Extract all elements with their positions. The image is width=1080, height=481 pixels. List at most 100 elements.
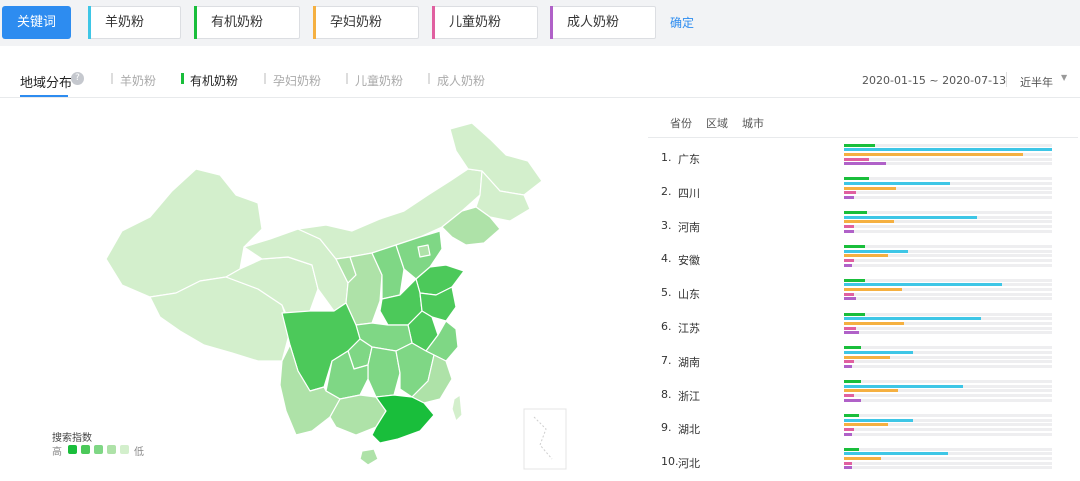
ranking-row[interactable]: 6. 江苏 <box>648 309 1080 343</box>
keyword-button[interactable]: 关键词 <box>2 6 71 39</box>
bar-fill <box>844 398 861 402</box>
tab-pregnancy-milk[interactable]: 孕妇奶粉 <box>264 72 322 89</box>
bar-fill <box>844 211 867 215</box>
region-tab-row: 地域分布 ? 羊奶粉 有机奶粉 孕妇奶粉 儿童奶粉 成人奶粉 2020-01-1… <box>0 60 1080 98</box>
ranking-row[interactable]: 3. 河南 <box>648 208 1080 242</box>
tab-label: 羊奶粉 <box>120 74 157 88</box>
bar-track <box>844 244 1052 248</box>
tab-label: 孕妇奶粉 <box>273 74 322 88</box>
bar-fill <box>844 326 856 330</box>
ranking-divider <box>648 137 1078 138</box>
date-range-picker[interactable]: 2020-01-15 ~ 2020-07-13 <box>862 74 1006 87</box>
bar-track <box>844 292 1052 296</box>
bar-track <box>844 384 1052 388</box>
rank-number: 8. <box>661 387 672 401</box>
chip-label: 孕妇奶粉 <box>330 15 383 30</box>
ranking-row[interactable]: 9. 湖北 <box>648 410 1080 444</box>
province-name: 湖南 <box>678 355 700 369</box>
active-tab-underline <box>20 95 68 97</box>
bar-fill <box>844 258 854 262</box>
ranking-row[interactable]: 8. 浙江 <box>648 377 1080 411</box>
keyword-chip-pregnancy-milk[interactable]: 孕妇奶粉 <box>313 6 419 39</box>
bar-track <box>844 461 1052 465</box>
ranking-row[interactable]: 4. 安徽 <box>648 241 1080 275</box>
bar-track <box>844 413 1052 417</box>
legend-swatch-2 <box>81 445 90 454</box>
confirm-button[interactable]: 确定 <box>670 14 694 31</box>
chevron-down-icon[interactable]: ▼ <box>1061 73 1067 82</box>
help-icon[interactable]: ? <box>71 72 84 85</box>
bar-track <box>844 427 1052 431</box>
rank-number: 4. <box>661 252 672 266</box>
bar-track <box>844 394 1052 398</box>
bar-fill <box>844 312 865 316</box>
ranking-row[interactable]: 2. 四川 <box>648 174 1080 208</box>
bar-fill <box>844 278 865 282</box>
bar-fill <box>844 152 1023 156</box>
province-hainan <box>359 448 379 466</box>
bar-track <box>844 215 1052 219</box>
province-name: 河北 <box>678 457 700 471</box>
bar-fill <box>844 432 852 436</box>
bar-fill <box>844 292 854 296</box>
bar-track <box>844 157 1052 161</box>
bar-fill <box>844 418 913 422</box>
keyword-chip-organic-milk[interactable]: 有机奶粉 <box>194 6 300 39</box>
bar-fill <box>844 220 894 224</box>
bar-fill <box>844 181 950 185</box>
period-select[interactable]: 近半年 <box>1020 74 1053 90</box>
ranking-row[interactable]: 7. 湖南 <box>648 343 1080 377</box>
bar-track <box>844 211 1052 215</box>
tab-goat-milk[interactable]: 羊奶粉 <box>111 72 157 89</box>
bar-track <box>844 249 1052 253</box>
bar-track <box>844 254 1052 258</box>
chip-color-bar <box>432 6 435 39</box>
ranking-tab-province[interactable]: 省份 <box>670 115 692 131</box>
bar-fill <box>844 244 865 248</box>
bar-fill <box>844 360 854 364</box>
chip-label: 羊奶粉 <box>105 15 145 30</box>
bar-track <box>844 312 1052 316</box>
tab-kids-milk[interactable]: 儿童奶粉 <box>346 72 403 89</box>
bar-track <box>844 355 1052 359</box>
ranking-row[interactable]: 10. 河北 <box>648 444 1080 478</box>
tab-label: 成人奶粉 <box>437 74 486 88</box>
bar-fill <box>844 249 908 253</box>
series-bars <box>844 241 1054 275</box>
bar-track <box>844 389 1052 393</box>
ranking-row[interactable]: 5. 山东 <box>648 275 1080 309</box>
keyword-chip-adult-milk[interactable]: 成人奶粉 <box>550 6 656 39</box>
tab-adult-milk[interactable]: 成人奶粉 <box>428 72 486 89</box>
bar-track <box>844 143 1052 147</box>
legend-low-label: 低 <box>134 447 144 458</box>
bar-fill <box>844 346 861 350</box>
bar-fill <box>844 229 854 233</box>
bar-fill <box>844 288 902 292</box>
tab-organic-milk[interactable]: 有机奶粉 <box>181 72 239 89</box>
province-name: 广东 <box>678 153 700 166</box>
bar-fill <box>844 447 859 451</box>
rank-number: 2. <box>661 184 672 198</box>
ranking-tab-region[interactable]: 区域 <box>706 115 728 131</box>
tab-region-distribution[interactable]: 地域分布 <box>20 72 72 91</box>
bar-track <box>844 288 1052 292</box>
bar-fill <box>844 466 852 470</box>
series-bars <box>844 275 1054 309</box>
ranking-tab-city[interactable]: 城市 <box>742 115 764 131</box>
bar-track <box>844 220 1052 224</box>
bar-fill <box>844 355 890 359</box>
bar-track <box>844 346 1052 350</box>
chip-color-bar <box>88 6 91 39</box>
series-bars <box>844 174 1054 208</box>
bar-fill <box>844 427 854 431</box>
bar-fill <box>844 461 852 465</box>
bar-track <box>844 447 1052 451</box>
bar-track <box>844 152 1052 156</box>
keyword-chip-kids-milk[interactable]: 儿童奶粉 <box>432 6 538 39</box>
rank-number: 7. <box>661 353 672 367</box>
province-name: 河南 <box>678 220 700 234</box>
tab-label: 有机奶粉 <box>190 74 239 88</box>
ranking-row[interactable]: 1. 广东 <box>648 140 1080 174</box>
bar-fill <box>844 394 854 398</box>
keyword-chip-goat-milk[interactable]: 羊奶粉 <box>88 6 181 39</box>
